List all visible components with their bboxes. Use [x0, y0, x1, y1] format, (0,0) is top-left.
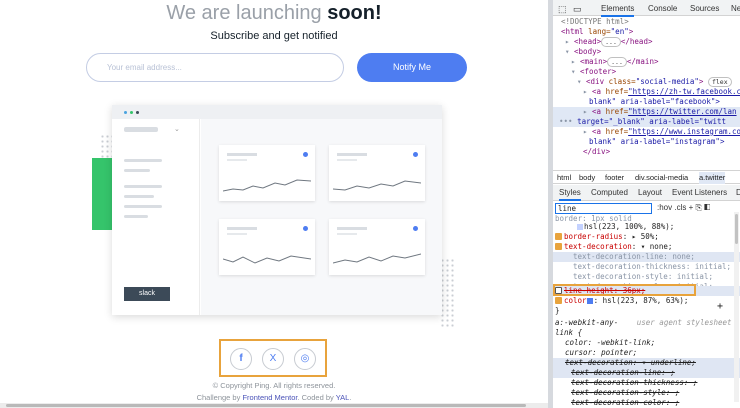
style-declaration[interactable]: text-decoration: ▾ none;: [553, 242, 740, 252]
twitter-icon[interactable]: X: [262, 348, 284, 370]
ua-longhand: text-decoration-thickness: ;: [571, 378, 698, 387]
mockup-content: [201, 119, 442, 315]
styles-toolbar: :hov .cls + ⎘ ◧: [657, 203, 710, 213]
dom-node[interactable]: <html lang="en">: [553, 27, 740, 37]
device-toolbar-icon[interactable]: ▭: [573, 4, 582, 15]
crumb-div[interactable]: div.social-media: [635, 172, 688, 184]
tab-dom-breakpoints[interactable]: D: [736, 188, 740, 197]
tab-event-listeners[interactable]: Event Listeners: [672, 188, 727, 197]
tab-layout[interactable]: Layout: [638, 188, 662, 197]
crumb-footer[interactable]: footer: [605, 172, 624, 184]
breadcrumb: html body footer div.social-media a.twit…: [553, 170, 740, 184]
style-toggles[interactable]: :hov .cls +: [657, 203, 693, 212]
dashboard-illustration: ⌄ slack: [90, 100, 460, 330]
styles-filter-input[interactable]: line: [555, 203, 652, 214]
crumb-body[interactable]: body: [579, 172, 595, 184]
ua-longhand: text-decoration-color: ;: [571, 398, 680, 407]
dom-node[interactable]: blank" aria-label="facebook">: [553, 97, 740, 107]
browser-mockup: ⌄ slack: [112, 105, 442, 315]
dom-node[interactable]: ▸ <head>... </head>: [553, 37, 740, 47]
attribution-text: Challenge by Frontend Mentor. Coded by Y…: [196, 393, 352, 402]
dom-node[interactable]: ▾ <div class="social-media"> flex: [553, 77, 740, 87]
dom-node[interactable]: ▾ <body>: [553, 47, 740, 57]
style-declaration[interactable]: border-radius: ▸ 50%;: [553, 232, 740, 242]
notify-button[interactable]: Notify Me: [357, 53, 467, 82]
ua-longhand: text-decoration-style: ;: [571, 388, 680, 397]
social-media-highlight: f X ◎: [219, 339, 327, 377]
styles-tabbar: Styles Computed Layout Event Listeners D: [553, 185, 740, 201]
mockup-card: [219, 219, 315, 275]
instagram-icon[interactable]: ◎: [294, 348, 316, 370]
dom-node[interactable]: ▸ <a href="https://zh-tw.facebook.c: [553, 87, 740, 97]
ua-selector: a:-webkit-any- user agent stylesheet: [555, 318, 732, 327]
dom-node[interactable]: ▸ <main>... </main>: [553, 57, 740, 67]
hero-title: We are launching soon!: [0, 2, 548, 25]
crumb-a-twitter[interactable]: a.twitter: [699, 172, 726, 184]
scrollbar-thumb[interactable]: [735, 214, 738, 244]
ua-declaration: color: -webkit-link;: [565, 338, 656, 347]
tab-sources[interactable]: Sources: [690, 4, 719, 13]
ua-selector: link {: [555, 328, 583, 337]
add-rule-button[interactable]: +: [553, 302, 740, 312]
tab-console[interactable]: Console: [648, 4, 677, 13]
mockup-card: [329, 145, 425, 201]
page-preview: We are launching soon! Subscribe and get…: [0, 0, 548, 408]
dom-node-selected[interactable]: ▸ <a href="https://twitter.com/lan: [553, 107, 740, 117]
devtools-tabbar: ⬚ ▭ Elements Console Sources Ne: [553, 0, 740, 17]
style-longhand: text-decoration-thickness: initial;: [573, 262, 732, 271]
mockup-sidebar: ⌄ slack: [112, 119, 200, 315]
inspect-icon[interactable]: ⬚: [558, 4, 567, 15]
copyright-text: © Copyright Ping. All rights reserved.: [212, 381, 336, 390]
ua-declaration: cursor: pointer;: [565, 348, 638, 357]
hero-title-light: We are launching: [166, 2, 328, 24]
devtools-panel: ⬚ ▭ Elements Console Sources Ne <!DOCTYP…: [553, 0, 740, 408]
hero-subtitle: Subscribe and get notified: [210, 30, 338, 42]
yal-link[interactable]: YAL: [336, 393, 350, 402]
facebook-icon[interactable]: f: [230, 348, 252, 370]
hero-title-bold: soon!: [327, 2, 382, 24]
ua-longhand: text-decoration-line: ;: [553, 368, 740, 378]
dom-node[interactable]: blank" aria-label="instagram">: [553, 137, 740, 147]
dom-node[interactable]: <!DOCTYPE html>: [553, 17, 740, 27]
email-input[interactable]: Your email address...: [86, 53, 344, 82]
dom-node[interactable]: ▾ <footer>: [553, 67, 740, 77]
browser-bar: [112, 105, 442, 119]
style-longhand: text-decoration-style: initial;: [573, 272, 713, 281]
frontend-mentor-link[interactable]: Frontend Mentor: [242, 393, 297, 402]
green-accent: [92, 158, 112, 230]
ua-declaration: text-decoration: ▾ underline;: [553, 358, 740, 368]
scrollbar-thumb[interactable]: [6, 404, 526, 407]
style-declaration[interactable]: hsl(223, 100%, 88%);: [553, 222, 740, 232]
tab-elements[interactable]: Elements: [601, 4, 635, 17]
slack-logo: slack: [124, 287, 170, 301]
dom-node[interactable]: </div>: [553, 147, 740, 157]
dot-pattern: [440, 258, 456, 328]
style-longhand: text-decoration-line: none;: [553, 252, 740, 262]
crumb-html[interactable]: html: [557, 172, 571, 184]
tab-styles[interactable]: Styles: [559, 188, 581, 201]
tab-computed[interactable]: Computed: [591, 188, 628, 197]
checkbox[interactable]: [555, 243, 562, 250]
mockup-card: [219, 145, 315, 201]
line-height-highlight: [553, 284, 696, 296]
computed-toggle-icon[interactable]: ⎘: [695, 203, 701, 212]
sidebar-toggle-icon[interactable]: ◧: [704, 203, 710, 212]
checkbox[interactable]: [555, 233, 562, 240]
tab-network[interactable]: Ne: [731, 4, 740, 13]
mockup-card: [329, 219, 425, 275]
dom-node[interactable]: ▸ <a href="https://www.instagram.com: [553, 127, 740, 137]
dom-node-selected[interactable]: ••• target="_blank" aria-label="twitt: [553, 117, 740, 127]
